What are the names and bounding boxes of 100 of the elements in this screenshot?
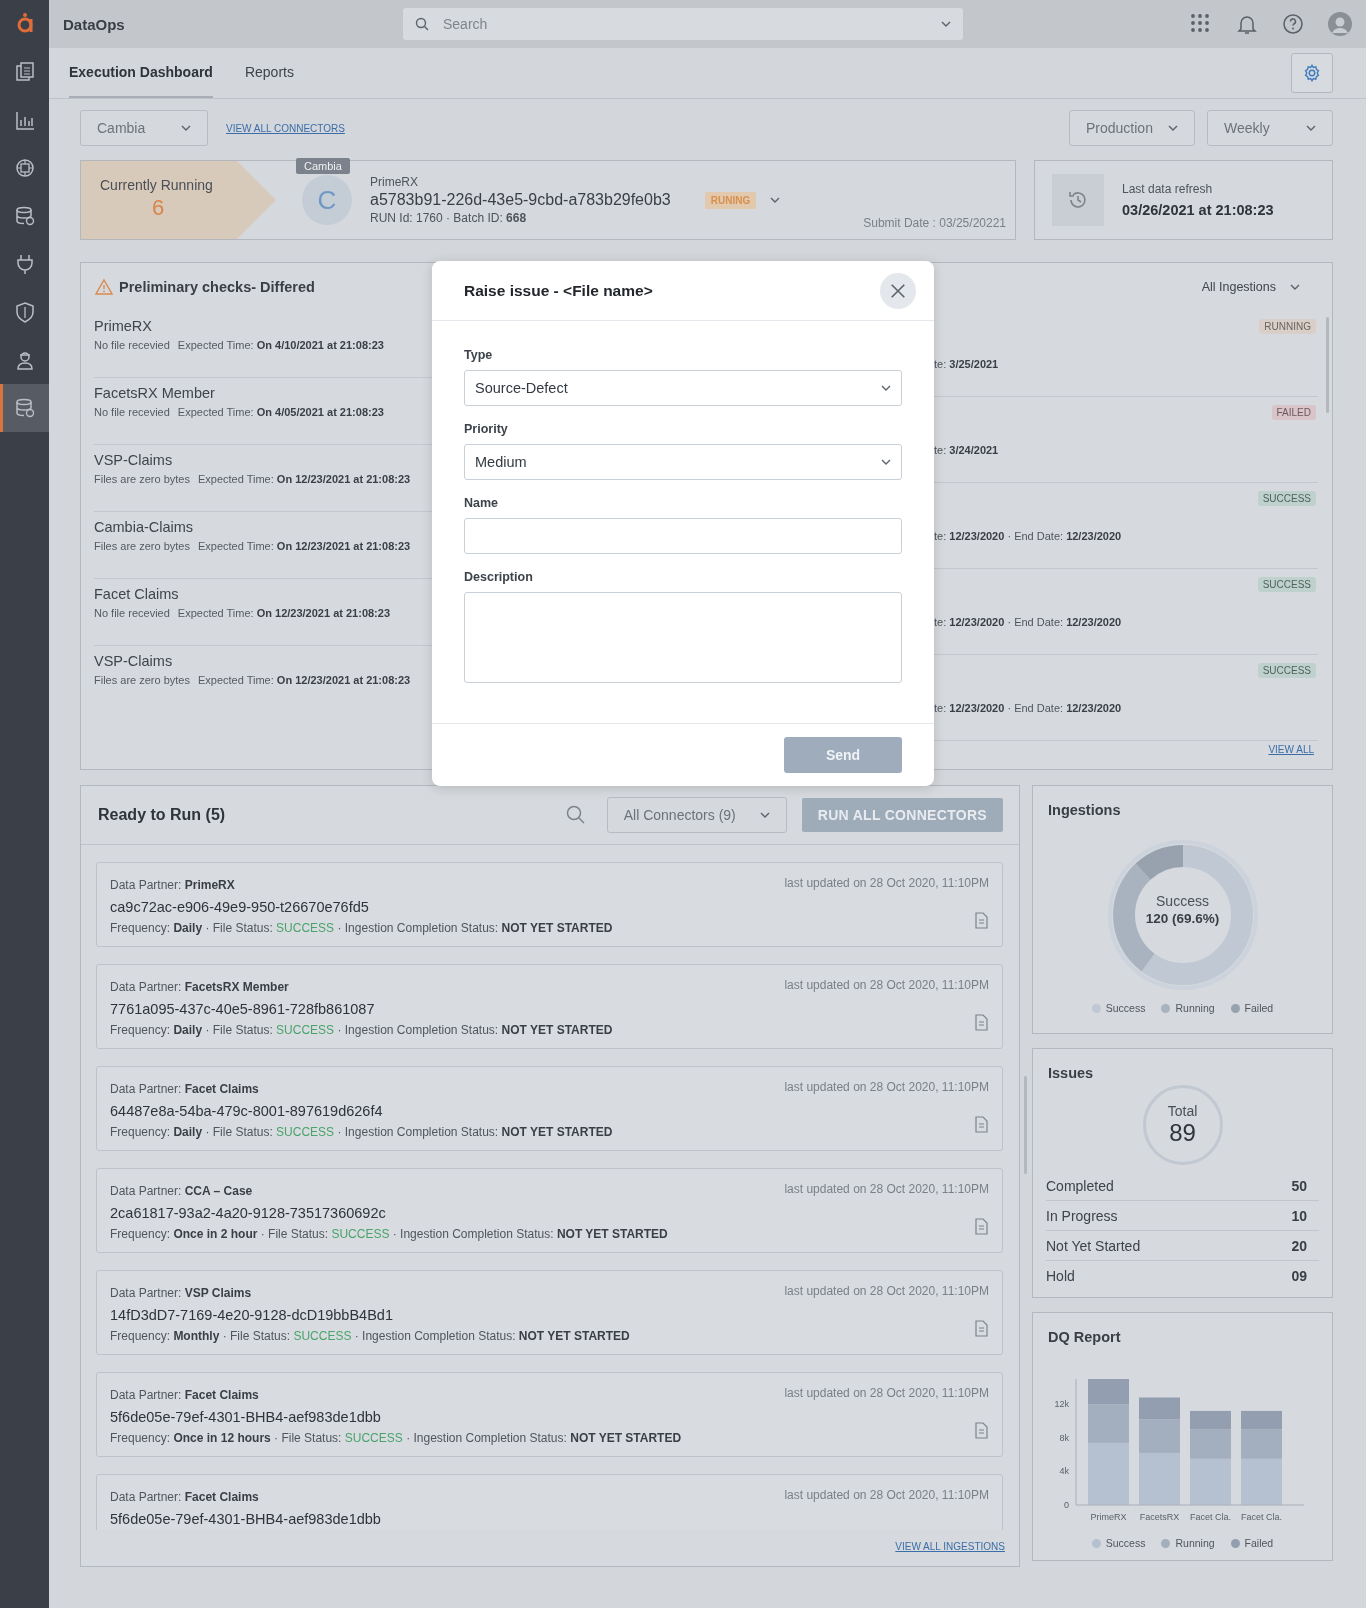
- panel-title: Ingestions: [1048, 802, 1122, 818]
- legend-label: Failed: [1244, 1537, 1274, 1549]
- status-badge: SUCCESS: [1257, 491, 1316, 506]
- status-badge: FAILED: [1271, 405, 1316, 420]
- avatar-icon: [1328, 12, 1352, 36]
- file-icon: [975, 912, 988, 929]
- connector-card[interactable]: Data Partner: Facet Claims last updated on 28 Oct 2020, 11:10PM 64487e8a-54ba-479c-8001-897619d626f4 Frequency: Daily · File Status: SUCCESS · Ingestion Completion Status: NOT YET STARTED: [96, 1066, 1003, 1151]
- chevron-icon: [1290, 284, 1300, 290]
- warning-icon: [95, 278, 113, 296]
- status-badge: RUNING: [704, 191, 757, 209]
- axis-category-label: Facet Cla.: [1241, 1512, 1282, 1522]
- total-label: Total: [1167, 1103, 1198, 1119]
- ingestion-dates: te: 3/24/2021: [934, 444, 1000, 456]
- last-updated: last updated on 28 Oct 2020, 11:10PM: [784, 1386, 989, 1400]
- connector-card[interactable]: Data Partner: Facet Claims last updated on 28 Oct 2020, 11:10PM 5f6de05e-79ef-4301-BHB4-aef983de1dbb: [96, 1474, 1003, 1530]
- tab[interactable]: Execution Dashboard: [69, 64, 213, 98]
- axis-category-label: Facet Cla.: [1190, 1512, 1231, 1522]
- data-partner: Data Partner: CCA – Case: [110, 1184, 253, 1198]
- last-updated: last updated on 28 Oct 2020, 11:10PM: [784, 978, 989, 992]
- run-details: RUN Id: 1760 · Batch ID: 668: [370, 211, 528, 225]
- ingestion-filter[interactable]: All Ingestions: [934, 263, 1318, 311]
- search-icon: [415, 17, 429, 31]
- view-connectors-link[interactable]: VIEW ALL CONNECTORS: [226, 122, 345, 134]
- last-updated: last updated on 28 Oct 2020, 11:10PM: [784, 876, 989, 890]
- view-all-link[interactable]: VIEW ALL INGESTIONS: [895, 1541, 1005, 1552]
- check-reason: Files are zero bytes: [94, 674, 190, 686]
- submit-date: Submit Date : 03/25/20221: [863, 216, 1006, 230]
- data-partner: Data Partner: FacetsRX Member: [110, 980, 289, 994]
- connector-card[interactable]: Data Partner: PrimeRX last updated on 28 Oct 2020, 11:10PM ca9c72ac-e906-49e9-950-t26670e76fd5 Frequency: Daily · File Status: SUCCESS · Ingestion Completion Status: NOT YET STARTED: [96, 862, 1003, 947]
- tab[interactable]: Reports: [244, 64, 294, 98]
- connector-status: Frequency: Monthly · File Status: SUCCESS · Ingestion Completion Status: NOT YET STARTED: [110, 1329, 630, 1343]
- refresh-time: 03/26/2021 at 21:08:23: [1122, 202, 1274, 218]
- issue-label: Hold: [1046, 1267, 1075, 1284]
- running-label: Currently Running: [100, 177, 214, 193]
- dropdown-field[interactable]: Medium: [464, 444, 902, 480]
- connector-id: 14fD3dD7-7169-4e20-9128-dcD19bbB4Bd1: [110, 1307, 394, 1323]
- data-partner: Data Partner: VSP Claims: [110, 1286, 252, 1300]
- check-reason: No file recevied: [94, 339, 170, 351]
- connector-card[interactable]: Data Partner: CCA – Case last updated on 28 Oct 2020, 11:10PM 2ca61817-93a2-4a20-9128-73517360692c Frequency: Once in 2 hour · File Status: SUCCESS · Ingestion Completion Status: NOT YET STARTED: [96, 1168, 1003, 1253]
- connector-card[interactable]: Data Partner: FacetsRX Member last updated on 28 Oct 2020, 11:10PM 7761a095-437c-40e5-8961-728fb861087 Frequency: Daily · File Status: SUCCESS · Ingestion Completion Status: NOT YET STARTED: [96, 964, 1003, 1049]
- check-reason: No file recevied: [94, 406, 170, 418]
- chevron-icon: [181, 125, 191, 131]
- donut-label: Success: [1156, 893, 1209, 909]
- environment-dropdown[interactable]: Production: [1069, 110, 1195, 146]
- legend-label: Success: [1105, 1002, 1146, 1014]
- file-icon: [975, 1014, 988, 1031]
- legend-label: Success: [1105, 1537, 1146, 1549]
- dropdown-field[interactable]: Source-Defect: [464, 370, 902, 406]
- total-value: 89: [1169, 1119, 1196, 1147]
- sidebar-item[interactable]: [0, 384, 49, 432]
- chevron-icon: [770, 197, 781, 203]
- field-label: Priority: [464, 422, 509, 436]
- connector-id: 2ca61817-93a2-4a20-9128-73517360692c: [110, 1205, 387, 1221]
- file-icon: [975, 1116, 988, 1133]
- history-icon: [1067, 189, 1089, 211]
- input-field[interactable]: [464, 518, 902, 554]
- connector-id: 7761a095-437c-40e5-8961-728fb861087: [110, 1001, 376, 1017]
- legend-label: Running: [1175, 1537, 1215, 1549]
- connector-id: ca9c72ac-e906-49e9-950-t26670e76fd5: [110, 899, 370, 915]
- field-label: Type: [464, 348, 494, 362]
- issue-count: 20: [1291, 1237, 1307, 1254]
- axis-tick-label: 4k: [1059, 1466, 1069, 1477]
- period-dropdown[interactable]: Weekly: [1207, 110, 1333, 146]
- last-updated: last updated on 28 Oct 2020, 11:10PM: [784, 1284, 989, 1298]
- data-partner: Data Partner: Facet Claims: [110, 1388, 259, 1402]
- scrollbar[interactable]: [1326, 317, 1329, 413]
- search-icon: [565, 805, 586, 825]
- check-name: Cambia-Claims: [94, 519, 195, 535]
- view-all-link[interactable]: VIEW ALL: [1268, 744, 1314, 755]
- axis-tick-label: 12k: [1054, 1399, 1069, 1410]
- expected-time: Expected Time: On 12/23/2021 at 21:08:23: [198, 540, 411, 552]
- axis-category-label: FacetsRX: [1139, 1512, 1180, 1522]
- search-input[interactable]: Search: [441, 15, 929, 33]
- connector-status: Frequency: Daily · File Status: SUCCESS · Ingestion Completion Status: NOT YET STARTED: [110, 1023, 613, 1037]
- connector-status: Frequency: Daily · File Status: SUCCESS · Ingestion Completion Status: NOT YET STARTED: [110, 921, 613, 935]
- close-button[interactable]: [880, 272, 916, 309]
- partner-name: PrimeRX: [370, 175, 419, 189]
- panel-title: Ready to Run (5): [98, 806, 227, 824]
- search-field[interactable]: Search: [403, 8, 963, 40]
- panel-title: Issues: [1048, 1065, 1095, 1081]
- issue-count: 10: [1291, 1207, 1307, 1224]
- data-partner: Data Partner: PrimeRX: [110, 878, 235, 892]
- data-partner: Data Partner: Facet Claims: [110, 1082, 259, 1096]
- last-updated: last updated on 28 Oct 2020, 11:10PM: [784, 1080, 989, 1094]
- check-reason: Files are zero bytes: [94, 473, 190, 485]
- chevron-icon: [759, 812, 770, 818]
- panel-title: DQ Report: [1048, 1329, 1122, 1345]
- connector-filter[interactable]: All Connectors (9): [606, 797, 787, 833]
- connector-status: Frequency: Daily · File Status: SUCCESS · Ingestion Completion Status: NOT YET STARTED: [110, 1125, 613, 1139]
- settings-button[interactable]: [1291, 53, 1333, 93]
- checks-title: Preliminary checks- Differed: [119, 279, 315, 295]
- connector-card[interactable]: Data Partner: Facet Claims last updated on 28 Oct 2020, 11:10PM 5f6de05e-79ef-4301-BHB4-aef983de1dbb Frequency: Once in 12 hours · File Status: SUCCESS · Ingestion Completion Status: NOT YET STARTED: [96, 1372, 1003, 1457]
- scrollbar[interactable]: [1024, 1076, 1027, 1174]
- shield-icon: [13, 301, 36, 323]
- field-label: Description: [464, 570, 534, 584]
- database-icon: [13, 205, 36, 227]
- check-name: PrimeRX: [94, 318, 153, 334]
- running-count: 6: [152, 195, 166, 221]
- check-name: VSP-Claims: [94, 452, 174, 468]
- connector-card[interactable]: Data Partner: VSP Claims last updated on 28 Oct 2020, 11:10PM 14fD3dD7-7169-4e20-9128-dcD19bbB4Bd1 Frequency: Monthly · File Status: SUCCESS · Ingestion Completion Status: NOT YET STARTED: [96, 1270, 1003, 1355]
